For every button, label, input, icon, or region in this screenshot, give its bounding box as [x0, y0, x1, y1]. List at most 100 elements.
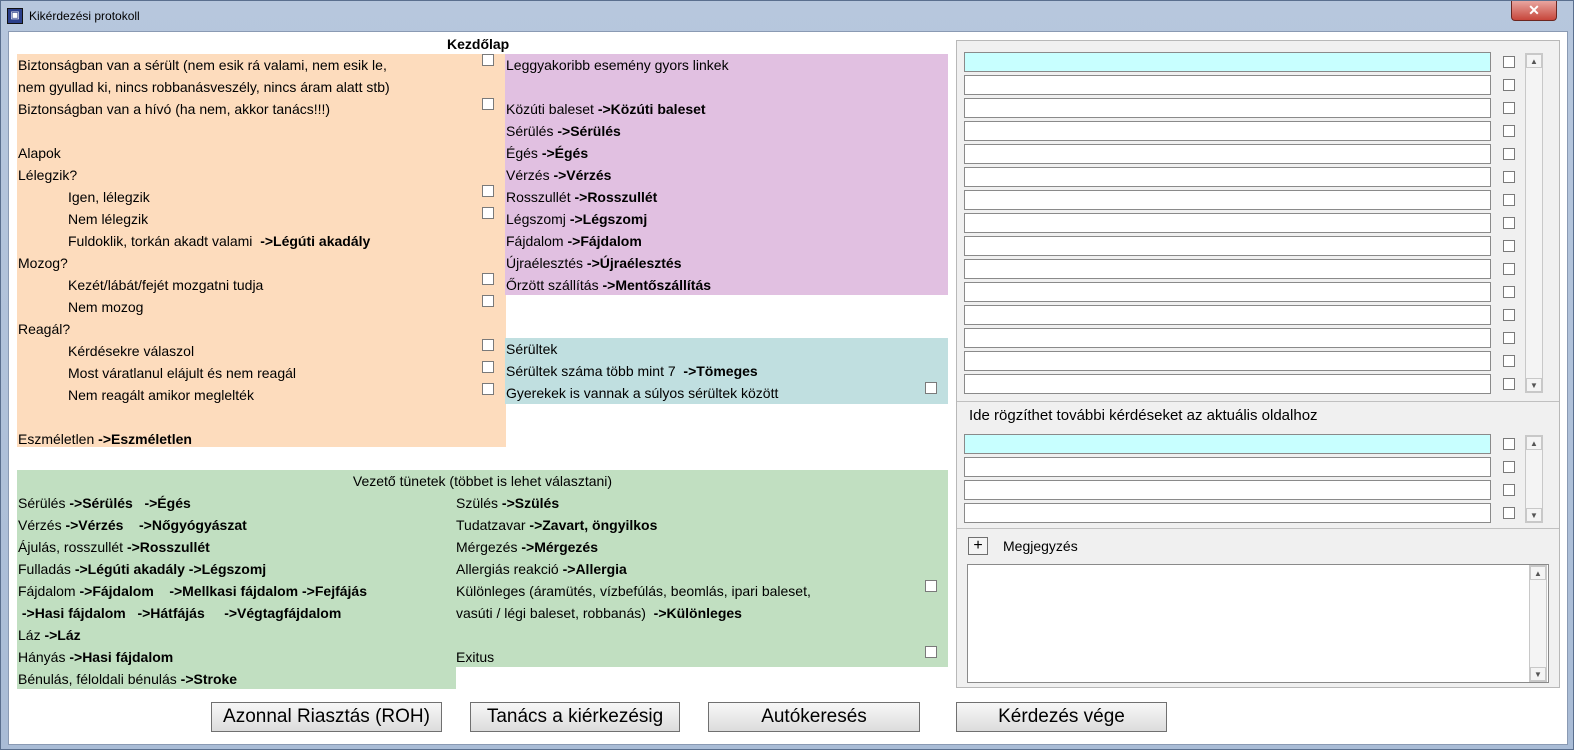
moving-no-checkbox[interactable] [482, 295, 494, 307]
question-field[interactable] [964, 351, 1491, 371]
quicklink-pain[interactable]: ->Fájdalom [567, 233, 641, 249]
question-field[interactable] [964, 374, 1491, 394]
symptom-link[interactable]: ->Mérgezés [521, 539, 598, 555]
symptom-link[interactable]: ->Vérzés [65, 517, 123, 533]
safety-q2-checkbox[interactable] [482, 98, 494, 110]
choking-link[interactable]: ->Légúti akadály [260, 233, 370, 249]
breathing-no-checkbox[interactable] [482, 207, 494, 219]
breathing-yes-checkbox[interactable] [482, 185, 494, 197]
safety-q1-checkbox[interactable] [482, 54, 494, 66]
quicklink-illness[interactable]: ->Rosszullét [574, 189, 657, 205]
symptom-link[interactable]: ->Sérülés [69, 495, 132, 511]
symptom-link[interactable]: ->Fájdalom [79, 583, 153, 599]
symptom-link[interactable]: ->Zavart, öngyilkos [529, 517, 657, 533]
scroll-down-icon[interactable]: ▼ [1526, 508, 1542, 522]
question-field[interactable] [964, 98, 1491, 118]
injured-children-checkbox[interactable] [925, 382, 937, 394]
question-checkbox[interactable] [1503, 125, 1515, 137]
symptom-link[interactable]: ->Rosszullét [127, 539, 210, 555]
mass-casualty-link[interactable]: ->Tömeges [683, 363, 757, 379]
question-field[interactable] [964, 213, 1491, 233]
scroll-down-icon[interactable]: ▼ [1526, 378, 1542, 392]
extra-question-field[interactable] [964, 457, 1491, 477]
scroll-up-icon[interactable]: ▲ [1526, 436, 1542, 450]
question-checkbox[interactable] [1503, 355, 1515, 367]
symptom-link[interactable]: ->Láz [44, 627, 80, 643]
question-checkbox[interactable] [1503, 217, 1515, 229]
note-textarea[interactable]: ▲ ▼ [967, 564, 1549, 683]
question-field[interactable] [964, 190, 1491, 210]
quicklink-dyspnea[interactable]: ->Légszomj [570, 211, 647, 227]
note-scrollbar[interactable]: ▲ ▼ [1529, 565, 1547, 682]
question-field[interactable] [964, 144, 1491, 164]
expand-note-button[interactable]: + [968, 537, 988, 555]
question-field[interactable] [964, 328, 1491, 348]
autosearch-button[interactable]: Autókeresés [708, 702, 920, 732]
extra-question-field[interactable] [964, 480, 1491, 500]
alarm-button[interactable]: Azonnal Riasztás (ROH) [211, 702, 442, 732]
questions-scrollbar[interactable]: ▲ ▼ [1525, 53, 1543, 393]
scroll-up-icon[interactable]: ▲ [1530, 566, 1546, 580]
symptom-link[interactable]: ->Légúti akadály [75, 561, 185, 577]
extra-question-field[interactable] [964, 503, 1491, 523]
question-checkbox[interactable] [1503, 240, 1515, 252]
unconscious-link[interactable]: ->Eszméletlen [98, 431, 192, 447]
extra-question-checkbox[interactable] [1503, 507, 1515, 519]
moving-yes-checkbox[interactable] [482, 273, 494, 285]
question-checkbox[interactable] [1503, 378, 1515, 390]
question-field[interactable] [964, 236, 1491, 256]
symptom-link[interactable]: ->Allergia [563, 561, 627, 577]
question-checkbox[interactable] [1503, 332, 1515, 344]
question-checkbox[interactable] [1503, 79, 1515, 91]
symptom-link[interactable]: ->Stroke [181, 671, 237, 687]
special-link[interactable]: ->Különleges [654, 605, 742, 621]
quicklink-resuscitation[interactable]: ->Újraélesztés [587, 255, 682, 271]
question-field[interactable] [964, 52, 1491, 72]
symptom-link[interactable]: ->Szülés [502, 495, 559, 511]
symptom-link[interactable]: ->Hátfájás [137, 605, 204, 621]
advice-button[interactable]: Tanács a kiérkezésig [470, 702, 680, 732]
question-checkbox[interactable] [1503, 309, 1515, 321]
symptom-link[interactable]: ->Nőgyógyászat [139, 517, 247, 533]
scroll-up-icon[interactable]: ▲ [1526, 54, 1542, 68]
question-checkbox[interactable] [1503, 102, 1515, 114]
question-checkbox[interactable] [1503, 171, 1515, 183]
question-field[interactable] [964, 282, 1491, 302]
question-checkbox[interactable] [1503, 263, 1515, 275]
extra-question-checkbox[interactable] [1503, 484, 1515, 496]
symptom-link[interactable]: ->Légszomj [189, 561, 266, 577]
question-field[interactable] [964, 305, 1491, 325]
extra-question-field[interactable] [964, 434, 1491, 454]
symptom-link[interactable]: ->Fejfájás [302, 583, 367, 599]
quicklink-injury[interactable]: ->Sérülés [557, 123, 620, 139]
extra-question-checkbox[interactable] [1503, 461, 1515, 473]
scroll-down-icon[interactable]: ▼ [1530, 667, 1546, 681]
question-checkbox[interactable] [1503, 286, 1515, 298]
question-checkbox[interactable] [1503, 148, 1515, 160]
exitus-checkbox[interactable] [925, 646, 937, 658]
quicklink-burn[interactable]: ->Égés [542, 145, 588, 161]
end-questioning-button[interactable]: Kérdezés vége [956, 702, 1167, 732]
close-button[interactable]: ✕ [1511, 1, 1557, 21]
symptom-link[interactable]: ->Égés [144, 495, 190, 511]
react-answers-checkbox[interactable] [482, 339, 494, 351]
symptom-link[interactable]: ->Mellkasi fájdalom [169, 583, 298, 599]
extra-questions-scrollbar[interactable]: ▲ ▼ [1525, 435, 1543, 523]
react-fainted-checkbox[interactable] [482, 361, 494, 373]
symptom-link[interactable]: ->Hasi fájdalom [69, 649, 173, 665]
question-field[interactable] [964, 259, 1491, 279]
quicklink-road-accident[interactable]: ->Közúti baleset [598, 101, 706, 117]
symptom-link[interactable]: ->Végtagfájdalom [224, 605, 341, 621]
question-checkbox[interactable] [1503, 194, 1515, 206]
symptom-link[interactable]: ->Hasi fájdalom [22, 605, 126, 621]
special-checkbox[interactable] [925, 580, 937, 592]
quicklink-bleeding[interactable]: ->Vérzés [553, 167, 611, 183]
extra-question-checkbox[interactable] [1503, 438, 1515, 450]
symptom-row: Sérülés ->Sérülés ->Égés [18, 492, 191, 514]
question-checkbox[interactable] [1503, 56, 1515, 68]
quicklink-transport[interactable]: ->Mentőszállítás [602, 277, 711, 293]
question-field[interactable] [964, 121, 1491, 141]
question-field[interactable] [964, 167, 1491, 187]
react-found-checkbox[interactable] [482, 383, 494, 395]
question-field[interactable] [964, 75, 1491, 95]
